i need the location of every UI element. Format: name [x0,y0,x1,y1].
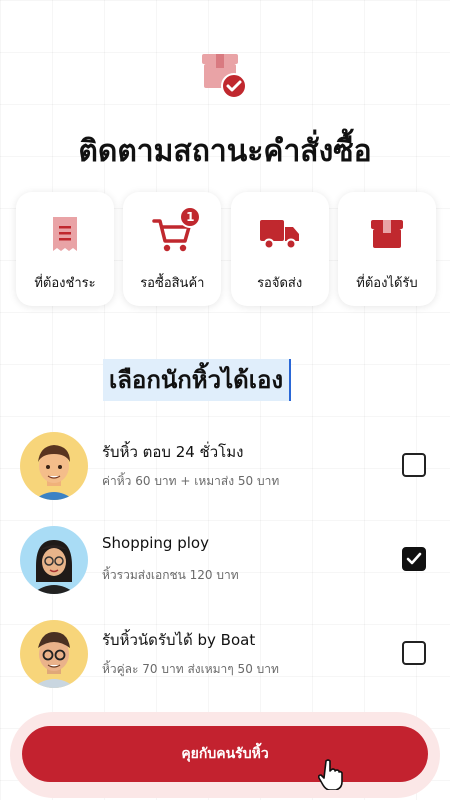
list-item[interactable]: รับหิ้ว ตอบ 24 ชั่วโมง ค่าหิ้ว 60 บาท + … [20,428,440,522]
courier-list: รับหิ้ว ตอบ 24 ชั่วโมง ค่าหิ้ว 60 บาท + … [20,428,440,710]
page-title: ติดตามสถานะคำสั่งซื้อ [78,134,372,169]
avatar [20,432,88,500]
receipt-icon [42,214,88,254]
list-item[interactable]: รับหิ้วนัดรับได้ by Boat หิ้วคู่ละ 70 บา… [20,616,440,710]
section-title: เลือกนักหิ้วได้เอง [103,359,292,401]
courier-name: รับหิ้วนัดรับได้ by Boat [102,631,256,649]
checkmark-icon [406,552,422,565]
courier-description: ค่าหิ้ว 60 บาท + เหมาส่ง 50 บาท [102,474,280,488]
select-checkbox[interactable] [402,641,426,665]
select-checkbox[interactable] [402,453,426,477]
status-card-to-pay[interactable]: ที่ต้องชำระ [16,192,114,306]
avatar [20,526,88,594]
status-card-awaiting-purchase[interactable]: 1 รอซื้อสินค้า [123,192,222,306]
hand-cursor-icon [317,758,344,791]
chat-with-courier-button[interactable]: คุยกับคนรับหิ้ว [22,726,428,782]
order-status-row: ที่ต้องชำระ 1 รอซื้อสินค้า รอจัดส่ง ที่ต… [16,192,436,306]
courier-description: หิ้วคู่ละ 70 บาท ส่งเหมาๆ 50 บาท [102,662,279,676]
package-box-icon [364,214,410,254]
status-label: รอจัดส่ง [257,276,303,291]
status-label: รอซื้อสินค้า [140,276,205,291]
status-card-to-receive[interactable]: ที่ต้องได้รับ [337,192,436,306]
status-label: ที่ต้องชำระ [34,276,96,291]
cart-count-badge: 1 [179,206,202,228]
avatar [20,620,88,688]
courier-name: รับหิ้ว ตอบ 24 ชั่วโมง [102,443,244,461]
courier-description: หิ้วรวมส่งเอกชน 120 บาท [102,568,239,582]
status-label: ที่ต้องได้รับ [356,276,418,291]
delivery-truck-icon [257,214,303,254]
status-card-awaiting-shipment[interactable]: รอจัดส่ง [230,192,329,306]
cta-container: คุยกับคนรับหิ้ว [10,712,440,798]
select-checkbox-checked[interactable] [402,547,426,571]
courier-name: Shopping ploy [102,534,209,552]
order-box-check-icon [200,52,250,100]
list-item[interactable]: Shopping ploy หิ้วรวมส่งเอกชน 120 บาท [20,522,440,616]
